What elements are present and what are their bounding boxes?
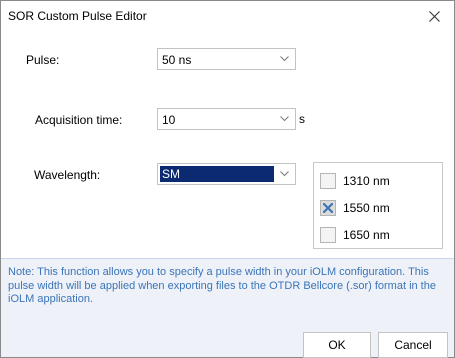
wavelength-option-1310[interactable]: 1310 nm [320,172,390,189]
cancel-button[interactable]: Cancel [378,332,448,358]
acquisition-time-unit: s [299,112,305,126]
ok-button[interactable]: OK [303,332,371,358]
acquisition-time-label: Acquisition time: [35,113,123,127]
note-panel: Note: This function allows you to specif… [1,258,454,358]
chevron-down-icon [280,116,289,122]
note-text: Note: This function allows you to specif… [8,266,436,305]
chevron-down-icon [280,171,289,177]
close-button[interactable] [414,1,454,31]
checkbox-1550[interactable] [320,199,336,216]
wavelength-option-1650[interactable]: 1650 nm [320,226,390,243]
chevron-down-icon [280,56,289,62]
acquisition-time-dropdown[interactable]: 10 [157,108,296,130]
window-title: SOR Custom Pulse Editor [8,9,147,23]
title-bar: SOR Custom Pulse Editor [1,1,454,31]
wavelength-value: SM [162,167,180,181]
x-mark-icon [323,202,333,213]
checkbox-1650-label: 1650 nm [343,227,390,242]
sor-custom-pulse-editor-dialog: SOR Custom Pulse Editor Pulse: 50 ns Acq… [0,0,455,358]
checkbox-1310[interactable] [320,172,336,189]
checkbox-1310-label: 1310 nm [343,173,390,188]
wavelength-dropdown[interactable]: SM [157,163,296,185]
pulse-dropdown[interactable]: 50 ns [157,48,296,70]
acquisition-time-value: 10 [162,113,176,127]
wavelength-label: Wavelength: [34,168,101,182]
wavelength-option-1550[interactable]: 1550 nm [320,199,390,216]
pulse-value: 50 ns [162,53,192,67]
wavelength-options-group: 1310 nm 1550 nm 1650 nm [313,162,443,249]
checkbox-1550-label: 1550 nm [343,200,390,215]
pulse-label: Pulse: [26,53,60,67]
close-icon [428,10,440,22]
checkbox-1650[interactable] [320,226,336,243]
